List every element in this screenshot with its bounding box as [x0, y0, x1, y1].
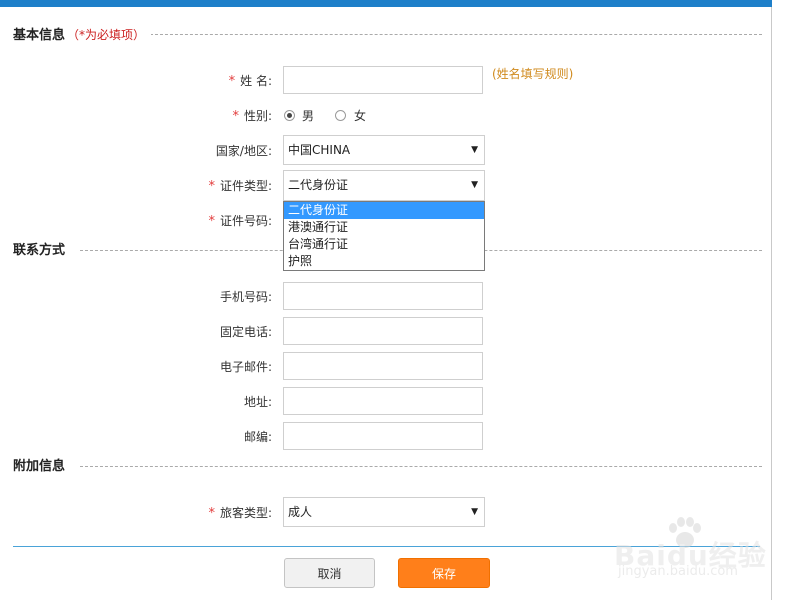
mobile-label: 手机号码:	[219, 290, 272, 304]
section-title-basic: 基本信息 （*为必填项）	[13, 27, 152, 44]
required-star: *	[228, 74, 236, 89]
dropdown-arrow-icon: ▼	[471, 180, 478, 190]
zip-label: 邮编:	[243, 430, 272, 444]
gender-option-female-label[interactable]: 女	[354, 108, 366, 124]
required-star: *	[208, 179, 215, 194]
name-label-text: 姓 名:	[240, 74, 272, 88]
required-star: *	[208, 214, 215, 229]
id-type-label: * 证件类型:	[208, 178, 272, 195]
passenger-type-label-text: 旅客类型:	[219, 506, 272, 520]
id-type-option[interactable]: 港澳通行证	[284, 219, 484, 236]
id-number-label: * 证件号码:	[208, 213, 272, 230]
id-type-select-value: 二代身份证	[288, 178, 349, 192]
zip-input[interactable]	[283, 422, 483, 450]
section-title-basic-text: 基本信息	[13, 28, 66, 43]
country-select[interactable]: 中国CHINA ▼	[283, 135, 485, 165]
country-select-value: 中国CHINA	[288, 143, 351, 157]
id-type-label-text: 证件类型:	[219, 179, 272, 193]
section-divider-extra	[80, 466, 762, 467]
email-label: 电子邮件:	[219, 360, 272, 374]
required-hint: （*为必填项）	[67, 28, 146, 42]
section-divider-basic	[150, 34, 762, 35]
cancel-button[interactable]: 取消	[284, 558, 375, 588]
required-star: *	[232, 109, 239, 124]
id-type-option[interactable]: 二代身份证	[284, 202, 484, 219]
gender-label-text: 性别:	[243, 109, 272, 123]
mobile-input[interactable]	[283, 282, 483, 310]
top-accent-bar	[0, 0, 772, 7]
section-title-contact: 联系方式	[13, 243, 72, 259]
country-label: 国家/地区:	[215, 144, 272, 158]
address-label: 地址:	[243, 395, 272, 409]
gender-label: * 性别:	[232, 108, 272, 125]
save-button[interactable]: 保存	[398, 558, 490, 588]
name-label: * 姓 名:	[229, 73, 272, 90]
gender-option-male-label[interactable]: 男	[302, 108, 314, 124]
baidu-watermark: Baidu经验 jingyan.baidu.com	[606, 510, 776, 585]
address-input[interactable]	[283, 387, 483, 415]
required-star: *	[208, 506, 215, 521]
watermark-url: jingyan.baidu.com	[618, 564, 738, 579]
id-type-option[interactable]: 护照	[284, 253, 484, 270]
gender-radio-male[interactable]	[284, 110, 295, 121]
phone-input[interactable]	[283, 317, 483, 345]
id-type-select[interactable]: 二代身份证 ▼	[283, 170, 485, 201]
dropdown-arrow-icon: ▼	[471, 507, 478, 517]
passenger-type-label: * 旅客类型:	[208, 505, 272, 522]
passenger-type-select[interactable]: 成人 ▼	[283, 497, 485, 527]
dropdown-arrow-icon: ▼	[471, 145, 478, 155]
name-input[interactable]	[283, 66, 483, 94]
name-rule-link[interactable]: (姓名填写规则)	[492, 65, 573, 82]
id-type-option[interactable]: 台湾通行证	[284, 236, 484, 253]
section-title-extra: 附加信息	[13, 459, 72, 475]
id-type-dropdown-list: 二代身份证 港澳通行证 台湾通行证 护照	[283, 201, 485, 271]
passenger-type-select-value: 成人	[288, 505, 313, 519]
id-number-label-text: 证件号码:	[219, 214, 272, 228]
phone-label: 固定电话:	[219, 325, 272, 339]
gender-radio-female[interactable]	[335, 110, 346, 121]
email-input[interactable]	[283, 352, 483, 380]
